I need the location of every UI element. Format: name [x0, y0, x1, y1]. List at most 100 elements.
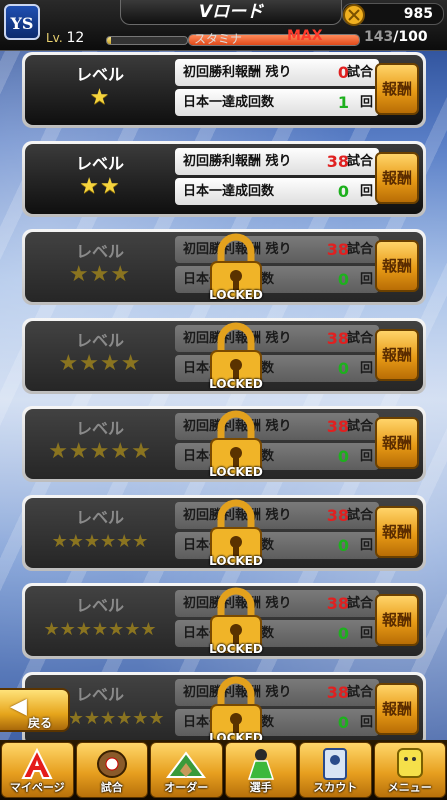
row-panel: レベル★★★★★★初回勝利報酬 残り38試合日本一達成回数0回報酬LOCKED: [25, 497, 423, 568]
reward-button[interactable]: 報酬: [375, 151, 419, 204]
reward-button[interactable]: 報酬: [375, 417, 419, 469]
first-win-value: 38: [326, 417, 349, 436]
first-win-value: 38: [326, 328, 349, 348]
locked-label: LOCKED: [209, 288, 263, 302]
first-win-box: 初回勝利報酬 残り 0 試合: [175, 59, 379, 86]
level-row[interactable]: レベル★★★★★初回勝利報酬 残り38試合日本一達成回数0回報酬LOCKED: [22, 406, 426, 482]
champion-unit: 回: [359, 714, 373, 730]
first-win-value: 38: [326, 682, 349, 702]
level-label: レベル: [75, 330, 124, 350]
level-row[interactable]: レベル ★★ 初回勝利報酬 残り 38 試合 日本一達成回数 0 回報酬: [22, 140, 426, 217]
reward-button[interactable]: 報酬: [375, 682, 419, 735]
champion-unit: 回: [359, 626, 373, 641]
row-panel: レベル★★★★★★★初回勝利報酬 残り38試合日本一達成回数0回報酬LOCKED: [25, 586, 423, 656]
level-row[interactable]: レベル ★ 初回勝利報酬 残り 0 試合 日本一達成回数 1 回報酬: [22, 52, 426, 128]
diamond-field-icon: [166, 751, 207, 778]
champion-label: 日本一達成回数: [183, 95, 275, 110]
level-label: レベル: [75, 242, 124, 261]
page-title: Vロード: [120, 0, 342, 25]
nav-label: マイページ: [9, 781, 65, 794]
first-win-value: 38: [326, 240, 349, 259]
scout-card-icon: [323, 748, 348, 780]
first-win-label: 初回勝利報酬 残り: [183, 153, 292, 169]
row-panel: レベル★★★★初回勝利報酬 残り38試合日本一達成回数0回報酬LOCKED: [25, 320, 423, 391]
first-win-unit: 試合: [346, 330, 373, 346]
champion-unit: 回: [359, 360, 373, 376]
first-win-value: 38: [326, 151, 349, 171]
champion-value: 0: [337, 712, 349, 732]
champion-value: 0: [337, 535, 349, 555]
first-win-unit: 試合: [346, 684, 373, 700]
row-panel: レベル★★★初回勝利報酬 残り38試合日本一達成回数0回報酬LOCKED: [25, 232, 423, 302]
locked-label: LOCKED: [209, 465, 263, 479]
back-label: 戻る: [28, 716, 53, 730]
level-stars: ★★★★★★: [51, 530, 149, 552]
level-stars: ★★★★: [58, 350, 142, 376]
champion-label: 日本一達成回数: [183, 183, 275, 199]
level-list[interactable]: レベル ★ 初回勝利報酬 残り 0 試合 日本一達成回数 1 回報酬 レベル ★★ 初回勝利報酬 残…: [0, 50, 447, 740]
champion-value: 0: [337, 270, 349, 289]
champion-unit: 回: [359, 449, 373, 464]
champion-value: 0: [337, 624, 349, 643]
nav-game[interactable]: 試合: [75, 742, 148, 798]
first-win-value: 38: [326, 594, 349, 613]
first-win-box: 初回勝利報酬 残り 38 試合: [175, 147, 379, 175]
locked-label: LOCKED: [209, 642, 263, 656]
champion-value: 0: [337, 181, 349, 201]
level-row[interactable]: レベル★★★★★★★★初回勝利報酬 残り38試合日本一達成回数0回報酬LOCKE…: [22, 671, 426, 740]
reward-button[interactable]: 報酬: [375, 505, 419, 558]
coin-icon: [343, 4, 365, 26]
champion-box: 日本一達成回数 1 回: [175, 89, 379, 116]
back-button[interactable]: ◀ 戻る: [0, 688, 70, 732]
exp-fill: [107, 37, 111, 44]
nav-label: メニュー: [387, 781, 432, 794]
nav-label: オーダー: [164, 781, 209, 794]
nav-players[interactable]: 選手: [224, 742, 297, 798]
coin-value: 985: [403, 6, 433, 22]
stamina-max-label: MAX: [287, 28, 323, 44]
level-stars: ★★: [79, 173, 121, 199]
nav-order[interactable]: オーダー: [150, 742, 223, 798]
row-panel: レベル★★★★★初回勝利報酬 残り38試合日本一達成回数0回報酬LOCKED: [25, 409, 423, 479]
coin-counter[interactable]: 985: [342, 3, 444, 26]
champion-unit: 回: [359, 537, 373, 553]
nav-mypage[interactable]: マイページ: [1, 742, 74, 798]
level-label: レベル: [75, 596, 124, 615]
first-win-unit: 試合: [346, 65, 373, 80]
first-win-label: 初回勝利報酬 残り: [183, 65, 292, 80]
reward-button[interactable]: 報酬: [375, 594, 419, 646]
champion-value: 0: [337, 447, 349, 466]
level-label: レベル: [75, 507, 124, 527]
first-win-unit: 試合: [346, 153, 373, 169]
row-panel: レベル ★ 初回勝利報酬 残り 0 試合 日本一達成回数 1 回報酬: [25, 55, 423, 125]
reward-button[interactable]: 報酬: [375, 63, 419, 115]
locked-label: LOCKED: [209, 376, 263, 391]
reward-button[interactable]: 報酬: [375, 240, 419, 292]
row-panel: レベル ★★ 初回勝利報酬 残り 38 試合 日本一達成回数 0 回報酬: [25, 143, 423, 214]
nav-menu[interactable]: メニュー: [373, 742, 446, 798]
menu-character-icon: [396, 748, 423, 778]
row-panel: レベル★★★★★★★★初回勝利報酬 残り38試合日本一達成回数0回報酬LOCKE…: [25, 674, 423, 740]
level-stars: ★★★★★★★: [43, 619, 157, 640]
level-row[interactable]: レベル★★★★初回勝利報酬 残り38試合日本一達成回数0回報酬LOCKED: [22, 317, 426, 394]
level-label: レベル: [75, 153, 124, 173]
team-logo[interactable]: YS: [4, 4, 40, 40]
level-stars: ★: [89, 85, 111, 110]
level-row[interactable]: レベル★★★初回勝利報酬 残り38試合日本一達成回数0回報酬LOCKED: [22, 229, 426, 305]
level-label: Lv.: [46, 31, 63, 45]
stamina-value: 143/100: [364, 29, 428, 45]
level-label: レベル: [75, 419, 124, 438]
stamina-current: 143: [364, 29, 394, 45]
first-win-unit: 試合: [346, 507, 373, 523]
champion-unit: 回: [359, 272, 373, 287]
level-row[interactable]: レベル★★★★★★初回勝利報酬 残り38試合日本一達成回数0回報酬LOCKED: [22, 494, 426, 571]
nav-label: 試合: [100, 781, 123, 794]
level-row[interactable]: レベル★★★★★★★初回勝利報酬 残り38試合日本一達成回数0回報酬LOCKED: [22, 583, 426, 659]
stamina-max: /100: [393, 29, 428, 45]
reward-button[interactable]: 報酬: [375, 328, 419, 381]
level-value: 12: [66, 30, 85, 46]
nav-label: スカウト: [313, 781, 358, 794]
nav-label: 選手: [249, 781, 272, 794]
first-win-unit: 試合: [346, 596, 373, 611]
nav-scout[interactable]: スカウト: [299, 742, 372, 798]
